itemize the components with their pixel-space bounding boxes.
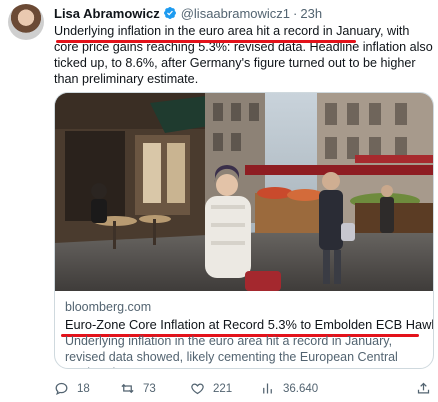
author-name[interactable]: Lisa Abramowicz	[54, 6, 160, 21]
card-domain[interactable]: bloomberg.com	[65, 300, 151, 314]
article-photo[interactable]	[55, 93, 434, 291]
share-icon	[417, 382, 430, 394]
views-count: 36.640	[283, 382, 319, 395]
verified-badge-icon	[163, 6, 177, 20]
author-handle[interactable]: @lisaabramowicz1	[181, 6, 290, 21]
views-button[interactable]: 36.640	[260, 381, 318, 396]
card-title[interactable]: Euro-Zone Core Inflation at Record 5.3% …	[65, 317, 433, 332]
tweet-time[interactable]: 23h	[300, 6, 322, 21]
separator-dot: ·	[293, 5, 298, 21]
reply-icon	[55, 382, 68, 396]
share-button[interactable]	[416, 381, 431, 396]
card-description: Underlying inflation in the euro area hi…	[65, 334, 398, 368]
action-bar: 18 73 221 36.640	[54, 381, 436, 399]
views-icon	[263, 383, 272, 394]
retweet-icon	[121, 383, 134, 394]
retweet-count: 73	[143, 382, 156, 395]
tweet-text: Underlying inflation in the euro area hi…	[54, 24, 433, 86]
tweet[interactable]: Lisa Abramowicz @lisaabramowicz1 · 23h U…	[0, 0, 438, 402]
reply-count: 18	[77, 382, 90, 395]
like-count: 221	[213, 382, 233, 395]
retweet-button[interactable]: 73	[120, 381, 156, 396]
like-button[interactable]: 221	[190, 381, 232, 396]
avatar[interactable]	[8, 4, 44, 40]
tweet-header: Lisa Abramowicz @lisaabramowicz1 · 23h	[54, 4, 322, 22]
reply-button[interactable]: 18	[54, 381, 90, 396]
like-icon	[191, 383, 204, 395]
link-card[interactable]: bloomberg.com Euro-Zone Core Inflation a…	[54, 92, 434, 369]
underline-annotation	[56, 40, 356, 43]
